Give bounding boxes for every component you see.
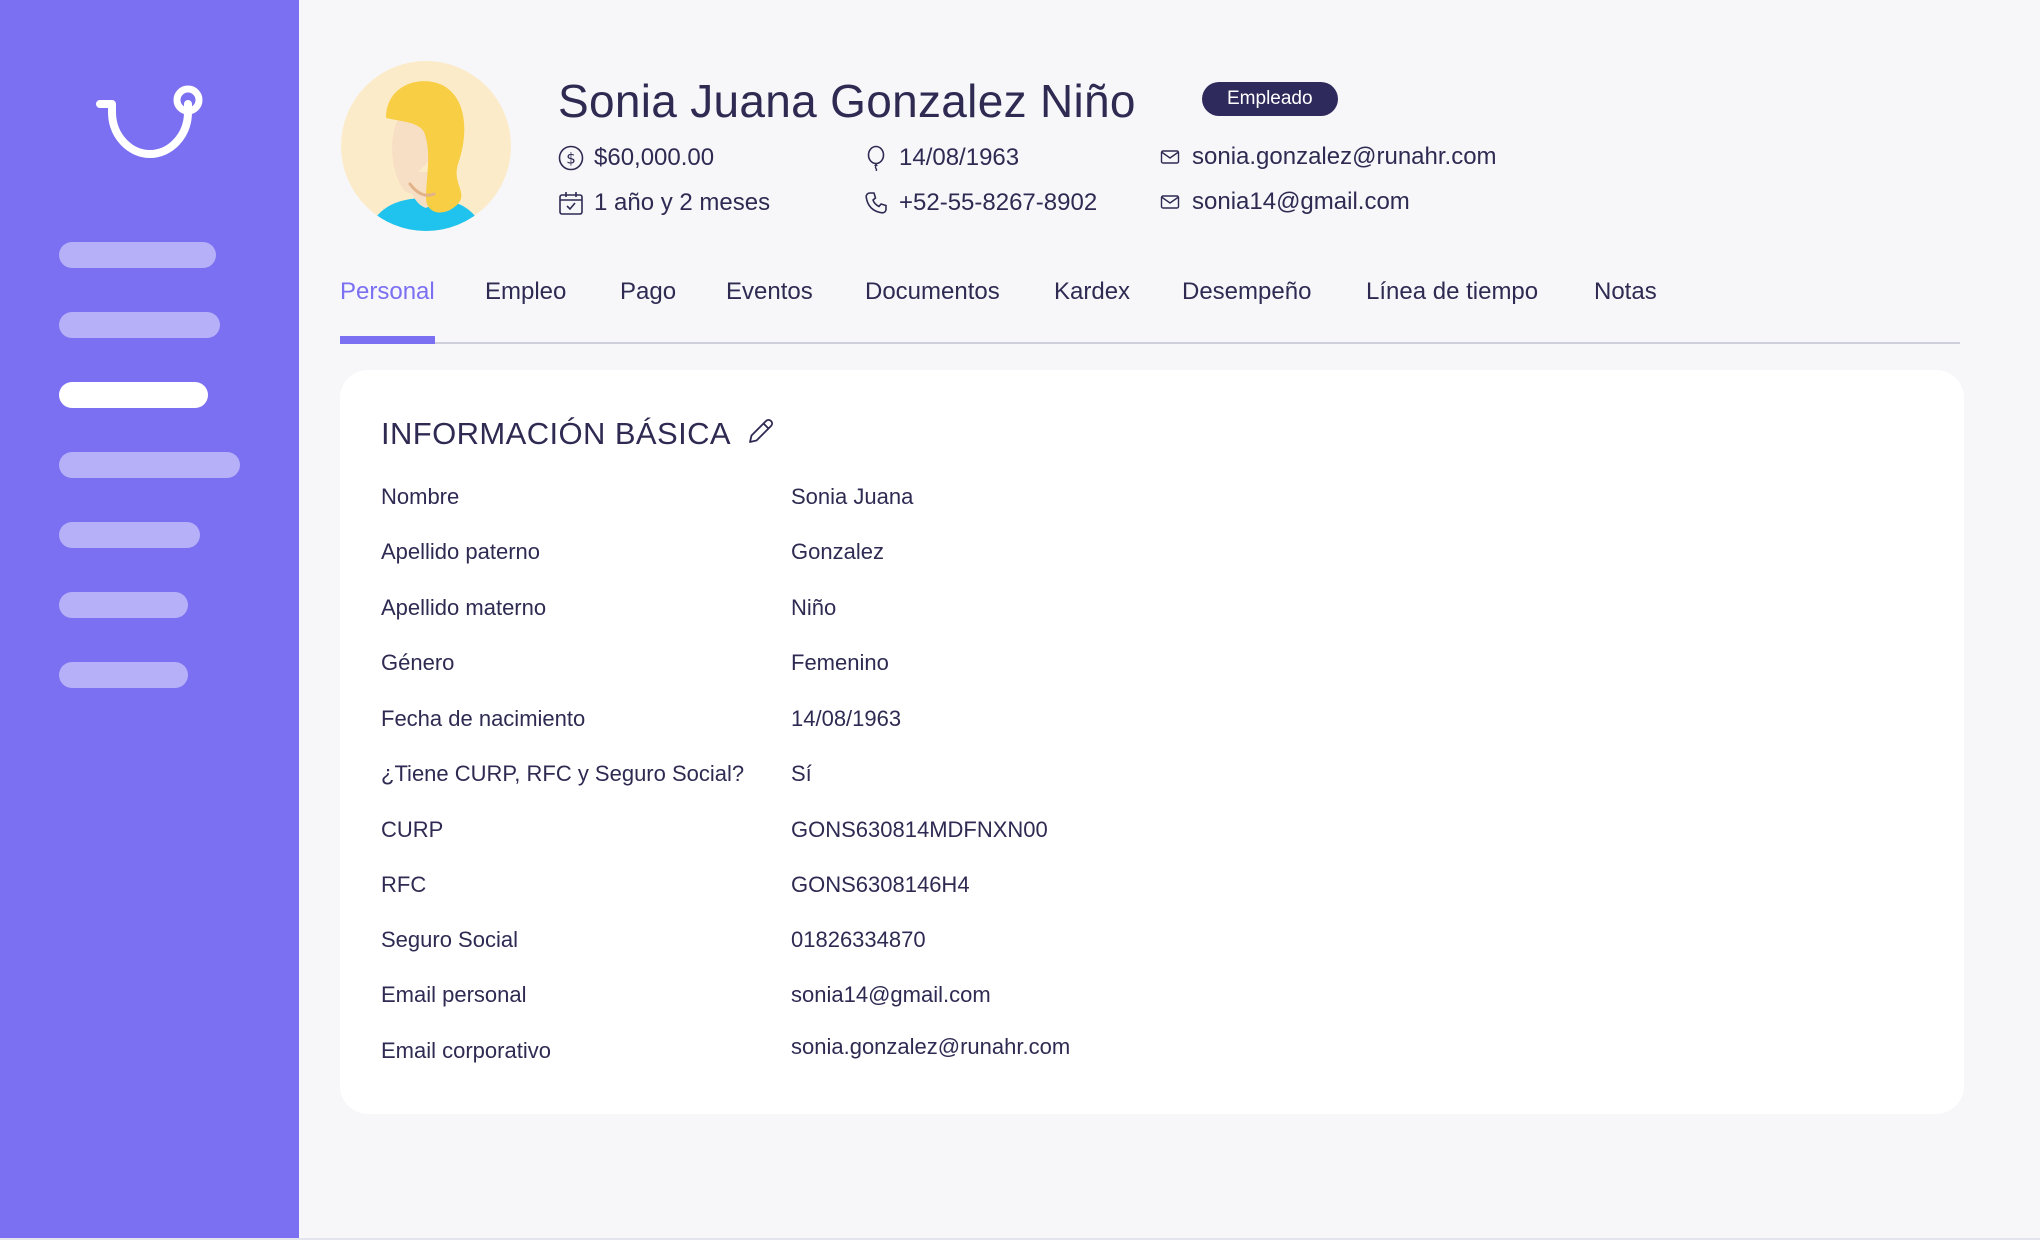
- field-value-seguro-social: 01826334870: [791, 927, 926, 952]
- pencil-icon[interactable]: [746, 416, 776, 446]
- field-value-tiene-documentos: Sí: [791, 761, 812, 786]
- field-value-email-corporativo: sonia.gonzalez@runahr.com: [791, 1034, 1071, 1059]
- field-label-nombre: Nombre: [381, 484, 460, 509]
- tab-pago[interactable]: Pago: [620, 278, 676, 306]
- balloon-icon: [867, 145, 885, 171]
- sidebar-item-6[interactable]: [59, 592, 188, 618]
- personal-email-value[interactable]: sonia14@gmail.com: [1192, 188, 1410, 216]
- field-label-curp: CURP: [381, 817, 444, 842]
- field-label-email-corporativo: Email corporativo: [381, 1038, 551, 1063]
- tab-linea-de-tiempo[interactable]: Línea de tiempo: [1366, 278, 1538, 306]
- tenure-info: 1 año y 2 meses: [558, 187, 770, 219]
- corporate-email-value[interactable]: sonia.gonzalez@runahr.com: [1192, 143, 1497, 171]
- tab-documentos[interactable]: Documentos: [865, 278, 1000, 306]
- phone-value: +52-55-8267-8902: [899, 189, 1098, 216]
- field-label-apellido-paterno: Apellido paterno: [381, 539, 541, 564]
- app-window: Sonia Juana Gonzalez Niño Empleado $ $60…: [0, 0, 2040, 1240]
- envelope-icon: [1160, 195, 1180, 209]
- field-value-apellido-paterno: Gonzalez: [791, 539, 884, 564]
- tab-empleo[interactable]: Empleo: [485, 278, 566, 306]
- field-value-genero: Femenino: [791, 650, 889, 675]
- field-value-apellido-materno: Niño: [791, 595, 837, 620]
- field-label-genero: Género: [381, 650, 455, 675]
- calendar-icon: [559, 192, 583, 215]
- active-tab-indicator: [340, 336, 435, 344]
- svg-text:$: $: [566, 150, 576, 168]
- tab-eventos[interactable]: Eventos: [726, 278, 813, 306]
- field-value-rfc: GONS6308146H4: [791, 872, 970, 897]
- salary-value: $60,000.00: [594, 144, 715, 171]
- field-label-fecha-nacimiento: Fecha de nacimiento: [381, 706, 586, 731]
- field-label-seguro-social: Seguro Social: [381, 927, 518, 952]
- sidebar-item-5[interactable]: [59, 522, 200, 548]
- field-label-tiene-documentos: ¿Tiene CURP, RFC y Seguro Social?: [381, 761, 745, 786]
- avatar: [341, 61, 511, 231]
- salary-info: $ $60,000.00: [558, 142, 714, 174]
- field-label-email-personal: Email personal: [381, 982, 527, 1007]
- tab-desempeno[interactable]: Desempeño: [1182, 278, 1311, 306]
- sidebar-item-2[interactable]: [59, 312, 220, 338]
- status-badge: Empleado: [1202, 82, 1338, 116]
- tenure-value: 1 año y 2 meses: [594, 189, 771, 216]
- tab-personal[interactable]: Personal: [340, 278, 435, 306]
- sidebar: [0, 0, 299, 1238]
- sidebar-item-3-active[interactable]: [59, 382, 208, 408]
- employee-name: Sonia Juana Gonzalez Niño: [558, 75, 1136, 127]
- personal-email-info: sonia14@gmail.com: [1160, 186, 1410, 218]
- section-title: INFORMACIÓN BÁSICA: [381, 416, 731, 451]
- phone-info: +52-55-8267-8902: [863, 187, 1097, 219]
- dollar-circle-icon: $: [558, 145, 584, 171]
- profile-tabs: Personal Empleo Pago Eventos Documentos …: [340, 272, 1960, 344]
- field-value-email-personal: sonia14@gmail.com: [791, 982, 991, 1007]
- sidebar-item-7[interactable]: [59, 662, 188, 688]
- tab-notas[interactable]: Notas: [1594, 278, 1657, 306]
- sidebar-item-1[interactable]: [59, 242, 216, 268]
- tab-kardex[interactable]: Kardex: [1054, 278, 1130, 306]
- envelope-icon: [1160, 150, 1180, 164]
- field-label-rfc: RFC: [381, 872, 427, 897]
- runa-logo[interactable]: [92, 84, 208, 160]
- field-label-apellido-materno: Apellido materno: [381, 595, 547, 620]
- field-value-curp: GONS630814MDFNXN00: [791, 817, 1048, 842]
- corporate-email-info: sonia.gonzalez@runahr.com: [1160, 141, 1497, 173]
- birth-date-value: 14/08/1963: [899, 144, 1020, 171]
- sidebar-item-4[interactable]: [59, 452, 240, 478]
- basic-info-card: INFORMACIÓN BÁSICA Nombre Sonia Juana Ap…: [340, 370, 1964, 1114]
- field-value-fecha-nacimiento: 14/08/1963: [791, 706, 902, 731]
- birth-date-info: 14/08/1963: [863, 142, 1019, 174]
- phone-icon: [865, 192, 887, 214]
- field-value-nombre: Sonia Juana: [791, 484, 914, 509]
